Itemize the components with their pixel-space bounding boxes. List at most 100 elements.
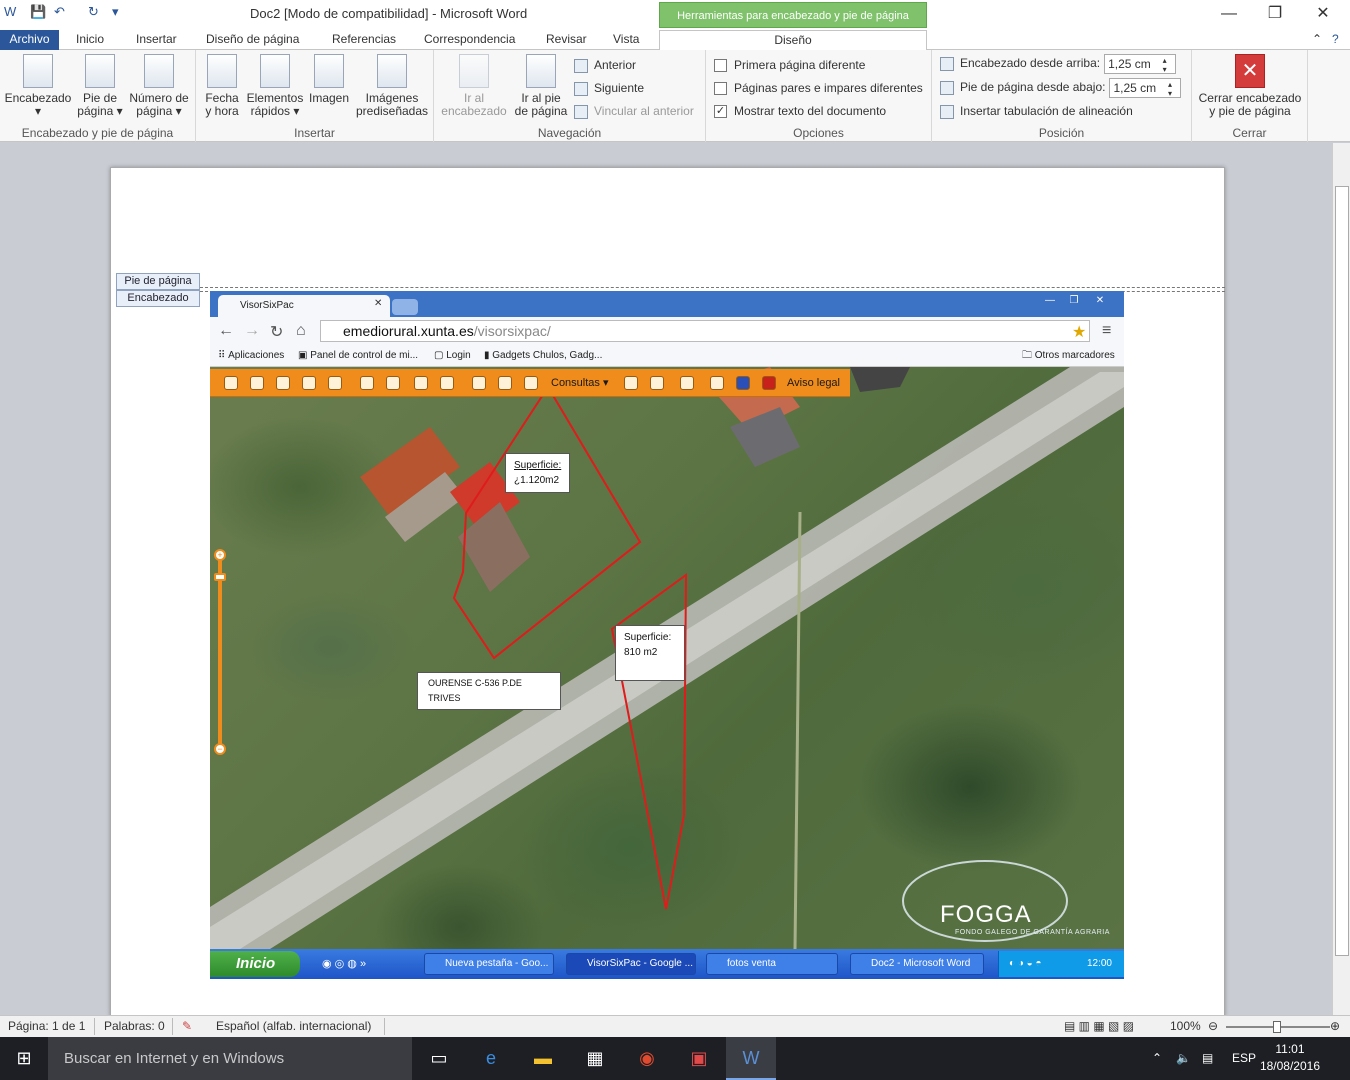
zoom-level[interactable]: 100% — [1170, 1019, 1201, 1033]
reload-icon[interactable]: ↻ — [270, 322, 283, 342]
back-map-icon[interactable] — [224, 376, 238, 390]
close-header-footer-button[interactable]: ✕ Cerrar encabezado y pie de página — [1196, 54, 1304, 118]
legal-notice-link[interactable]: Aviso legal — [787, 369, 840, 397]
circle-tool-icon[interactable] — [414, 376, 428, 390]
zoom-handle[interactable] — [214, 573, 226, 581]
explorer-icon[interactable]: ▬ — [518, 1037, 568, 1080]
footer-from-bottom-input[interactable]: 1,25 cm — [1109, 78, 1182, 98]
bookmark-item[interactable]: ▢ Login — [434, 345, 471, 367]
different-first-page-checkbox[interactable]: Primera página diferente — [714, 56, 865, 74]
clipart-button[interactable]: Imágenes prediseñadas — [354, 54, 430, 118]
date-time-button[interactable]: Fecha y hora — [202, 54, 242, 118]
tab-insertar[interactable]: Insertar — [130, 30, 183, 50]
restore-button[interactable]: ❐ — [1252, 4, 1298, 24]
star-icon[interactable] — [710, 376, 724, 390]
page-count[interactable]: Página: 1 de 1 — [8, 1019, 85, 1033]
header-button[interactable]: Encabezado ▾ — [4, 54, 72, 118]
legal-icon[interactable] — [762, 376, 776, 390]
language[interactable]: Español (alfab. internacional) — [216, 1019, 371, 1033]
xp-task-button[interactable]: fotos venta — [706, 953, 838, 975]
menu-icon[interactable]: ≡ — [1102, 322, 1111, 340]
task-view-icon[interactable]: ▭ — [414, 1037, 464, 1080]
tab-revisar[interactable]: Revisar — [540, 30, 593, 50]
bookmark-item[interactable]: ▣ Panel de control de mi... — [298, 345, 418, 367]
app-icon[interactable]: ▣ — [674, 1037, 724, 1080]
input-language[interactable]: ESP — [1232, 1037, 1256, 1080]
home-icon[interactable]: ⌂ — [296, 322, 306, 340]
layers-icon[interactable] — [680, 376, 694, 390]
bookmark-star-icon[interactable]: ★ — [1072, 322, 1086, 342]
save-icon[interactable]: 💾 — [30, 4, 46, 22]
picture-button[interactable]: Imagen — [306, 54, 352, 105]
ribbon-collapse-icon[interactable]: ⌃ — [1306, 30, 1328, 50]
help-map-icon[interactable] — [736, 376, 750, 390]
store-icon[interactable]: ▦ — [570, 1037, 620, 1080]
consultas-menu[interactable]: Consultas ▾ — [551, 369, 609, 397]
tab-diseno[interactable]: Diseño — [659, 30, 927, 50]
link-previous-button[interactable]: Vincular al anterior — [574, 102, 694, 120]
tab-inicio[interactable]: Inicio — [70, 30, 110, 50]
tab-file[interactable]: Archivo — [0, 30, 59, 50]
tab-correspondencia[interactable]: Correspondencia — [418, 30, 521, 50]
word-count[interactable]: Palabras: 0 — [104, 1019, 165, 1033]
proofing-icon[interactable]: ✎ — [182, 1019, 192, 1033]
pan-icon[interactable] — [328, 376, 342, 390]
new-tab-button[interactable] — [392, 299, 418, 315]
binoculars-icon[interactable] — [250, 376, 264, 390]
quicklaunch-icons[interactable]: ◉ ◎ ◍ » — [322, 957, 366, 970]
tab-referencias[interactable]: Referencias — [326, 30, 402, 50]
redo-icon[interactable]: ↻ — [88, 4, 99, 22]
locate-icon[interactable] — [472, 376, 486, 390]
browser-minimize-icon[interactable]: — — [1038, 294, 1062, 308]
zoom-slider[interactable]: + − — [214, 549, 226, 755]
browser-close-icon[interactable]: ✕ — [1088, 294, 1112, 308]
edit-icon[interactable] — [650, 376, 664, 390]
forward-icon[interactable]: → — [244, 322, 260, 340]
zoom-out-icon[interactable]: ⊖ — [1208, 1019, 1218, 1033]
xp-task-button[interactable]: Nueva pestaña - Goo... — [424, 953, 554, 975]
previous-button[interactable]: Anterior — [574, 56, 636, 74]
tab-close-icon[interactable]: ✕ — [374, 298, 382, 309]
xp-task-button[interactable]: VisorSixPac - Google ... — [566, 953, 696, 975]
tray-overflow-icon[interactable]: ⌃ — [1152, 1037, 1162, 1080]
word-icon[interactable]: W — [726, 1037, 776, 1080]
edge-icon[interactable]: e — [466, 1037, 516, 1080]
help-icon[interactable]: ? — [1326, 30, 1345, 50]
bookmark-item[interactable]: ▮ Gadgets Chulos, Gadg... — [484, 345, 602, 367]
address-bar[interactable]: emediorural.xunta.es/visorsixpac/ — [320, 320, 1090, 342]
header-from-top-input[interactable]: 1,25 cm — [1104, 54, 1177, 74]
chrome-icon[interactable]: ◉ — [622, 1037, 672, 1080]
other-bookmarks[interactable]: 🗀 Otros marcadores — [1022, 345, 1115, 367]
zoom-slider-bar[interactable] — [1226, 1021, 1330, 1033]
hand-icon[interactable] — [440, 376, 454, 390]
tray-icons[interactable]: ◐ ◑ ◒ ◓ — [1009, 951, 1042, 977]
xp-task-button[interactable]: Doc2 - Microsoft Word — [850, 953, 984, 975]
taskbar-clock[interactable]: 11:01 18/08/2016 — [1260, 1041, 1320, 1075]
goto-footer-button[interactable]: Ir al pie de página — [510, 54, 572, 118]
notification-icon[interactable]: ▤ — [1202, 1037, 1213, 1080]
close-window-button[interactable]: ✕ — [1300, 4, 1346, 24]
camera-icon[interactable] — [624, 376, 638, 390]
volume-icon[interactable]: 🔈 — [1176, 1037, 1191, 1080]
globe-icon[interactable] — [276, 376, 290, 390]
different-odd-even-checkbox[interactable]: Páginas pares e impares diferentes — [714, 79, 923, 97]
undo-icon[interactable]: ↶ — [54, 4, 65, 22]
tab-diseno-pagina[interactable]: Diseño de página — [200, 30, 305, 50]
view-buttons[interactable]: ▤ ▥ ▦ ▧ ▨ — [1064, 1019, 1134, 1033]
bookmark-item[interactable]: ⠿ Aplicaciones — [218, 345, 284, 367]
show-document-text-checkbox[interactable]: ✓ Mostrar texto del documento — [714, 102, 886, 120]
browser-tab[interactable]: VisorSixPac — [218, 295, 390, 317]
xp-start-button[interactable]: Inicio — [210, 951, 300, 977]
measure-angle-icon[interactable] — [386, 376, 400, 390]
zoom-out-button[interactable]: − — [214, 743, 226, 755]
next-button[interactable]: Siguiente — [574, 79, 644, 97]
measure-line-icon[interactable] — [360, 376, 374, 390]
tab-vista[interactable]: Vista — [607, 30, 645, 50]
back-icon[interactable]: ← — [218, 322, 234, 340]
zoom-in-icon[interactable] — [302, 376, 316, 390]
insert-alignment-tab-button[interactable]: Insertar tabulación de alineación — [940, 102, 1133, 120]
minimize-button[interactable]: — — [1206, 4, 1252, 24]
customize-qat-icon[interactable]: ▾ — [112, 4, 119, 22]
scroll-thumb[interactable] — [1335, 186, 1349, 956]
footer-button[interactable]: Pie de página ▾ — [74, 54, 126, 118]
